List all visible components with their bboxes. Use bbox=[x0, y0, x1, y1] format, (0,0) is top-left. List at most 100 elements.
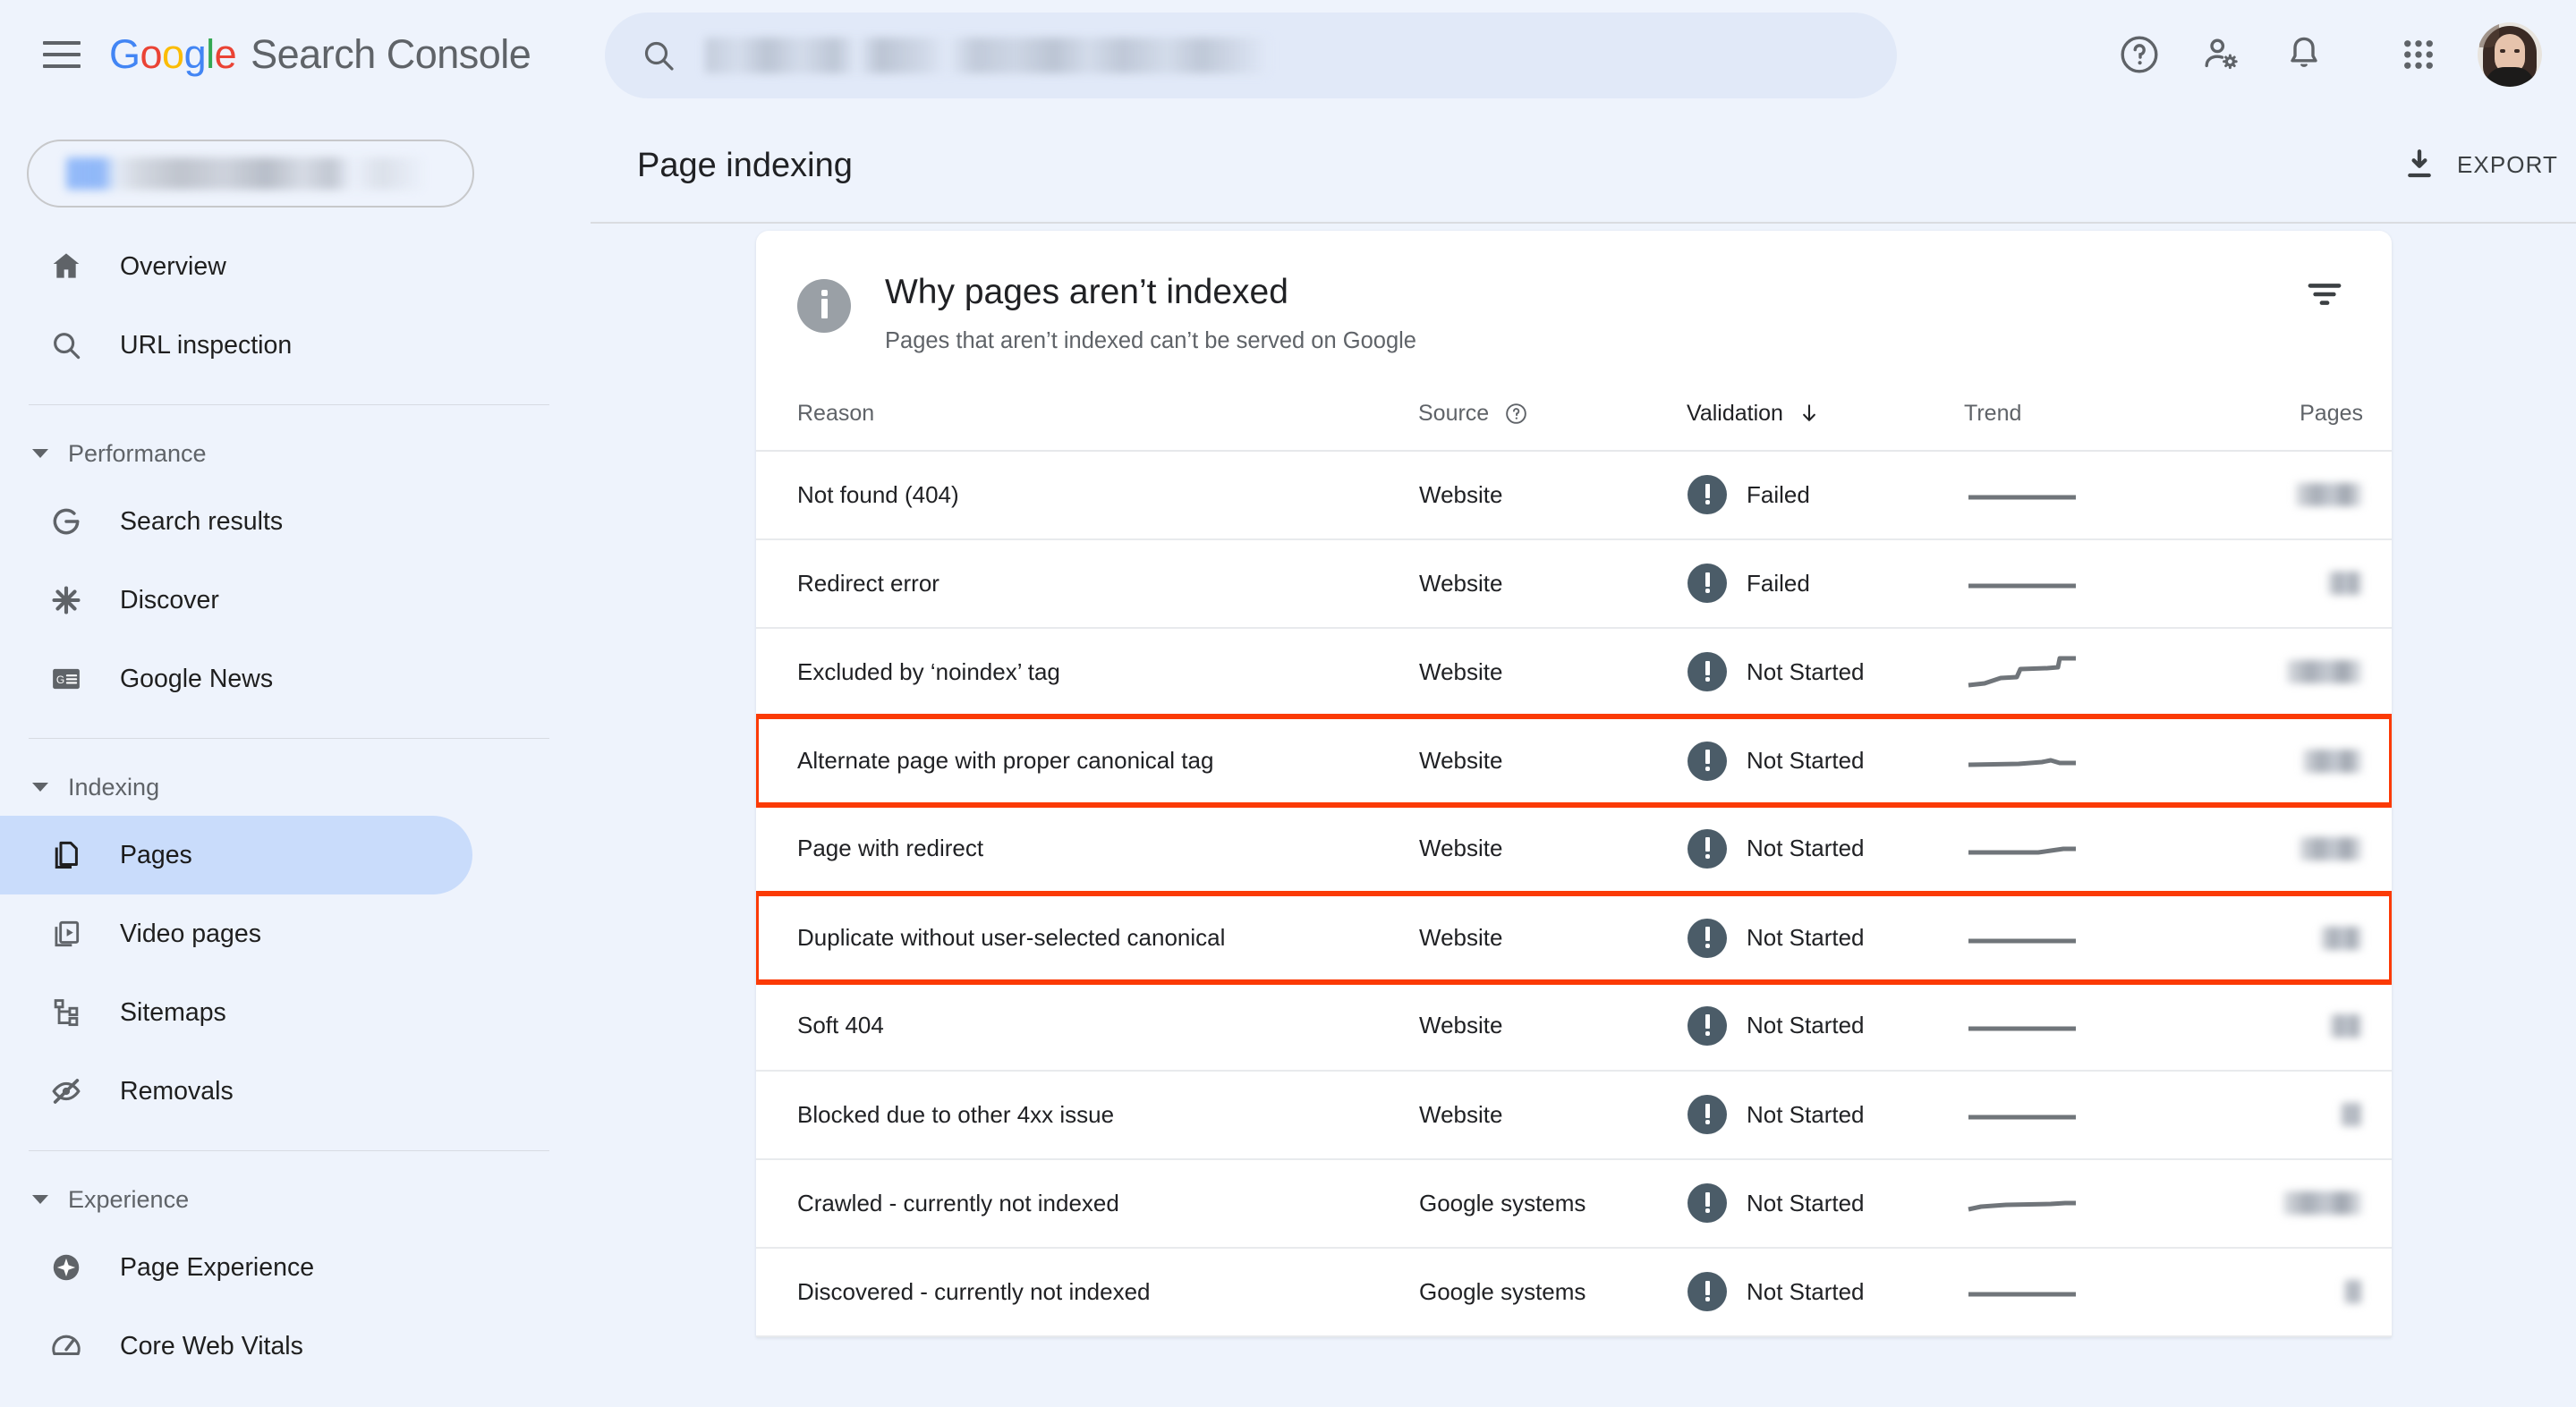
sidebar-item-mobile-usability[interactable]: Mobile Usability bbox=[0, 1386, 591, 1407]
logo-letter-l: l bbox=[206, 31, 215, 78]
sidebar-item-google-news[interactable]: G Google News bbox=[0, 640, 591, 718]
source-text: Website bbox=[1419, 481, 1502, 508]
validation-text: Not Started bbox=[1747, 658, 1865, 686]
cell-trend bbox=[1964, 539, 2206, 628]
column-header-reason[interactable]: Reason bbox=[756, 401, 1418, 451]
cell-reason: Redirect error bbox=[756, 539, 1418, 628]
top-app-bar: Google Search Console bbox=[0, 0, 2576, 109]
sidebar-item-label: Page Experience bbox=[120, 1253, 314, 1283]
arrow-down-icon bbox=[1798, 402, 1821, 425]
cell-trend bbox=[1964, 894, 2206, 982]
validation-text: Not Started bbox=[1747, 1278, 1865, 1306]
sidebar-item-overview[interactable]: Overview bbox=[0, 227, 591, 306]
reason-text: Redirect error bbox=[797, 570, 939, 597]
cell-validation: Not Started bbox=[1687, 805, 1964, 894]
sidebar-group-performance[interactable]: Performance bbox=[0, 425, 591, 482]
reason-text: Soft 404 bbox=[797, 1012, 884, 1038]
severity-error-icon bbox=[1688, 1183, 1727, 1223]
sidebar-item-pages[interactable]: Pages bbox=[0, 816, 472, 894]
sidebar-item-url-inspection[interactable]: URL inspection bbox=[0, 306, 591, 385]
table-row[interactable]: Discovered - currently not indexedGoogle… bbox=[756, 1248, 2392, 1336]
notifications-icon[interactable] bbox=[2263, 13, 2345, 96]
cell-pages bbox=[2206, 451, 2392, 539]
export-button[interactable]: EXPORT bbox=[2402, 140, 2558, 190]
table-row[interactable]: Soft 404WebsiteNot Started bbox=[756, 982, 2392, 1071]
table-row[interactable]: Crawled - currently not indexed Google sy… bbox=[756, 1159, 2392, 1248]
google-news-icon: G bbox=[47, 659, 86, 699]
source-text: Website bbox=[1419, 924, 1502, 951]
header-divider bbox=[591, 222, 2576, 224]
table-row[interactable]: Alternate page with proper canonical tag… bbox=[756, 716, 2392, 805]
validation-text: Not Started bbox=[1747, 835, 1865, 862]
property-selector[interactable] bbox=[27, 140, 474, 208]
validation-text: Failed bbox=[1747, 570, 1810, 598]
user-settings-icon[interactable] bbox=[2181, 13, 2263, 96]
sitemaps-icon bbox=[47, 993, 86, 1032]
sidebar-item-video-pages[interactable]: Video pages bbox=[0, 894, 591, 973]
sidebar-item-sitemaps[interactable]: Sitemaps bbox=[0, 973, 591, 1052]
cell-reason: Alternate page with proper canonical tag bbox=[756, 716, 1418, 805]
cell-pages bbox=[2206, 1248, 2392, 1336]
reason-text: Crawled - currently not indexed bbox=[797, 1190, 1119, 1216]
sidebar-item-label: Search results bbox=[120, 507, 283, 537]
sidebar-item-label: Core Web Vitals bbox=[120, 1332, 303, 1361]
video-pages-icon bbox=[47, 914, 86, 954]
cell-pages bbox=[2206, 1159, 2392, 1248]
search-input-value-redacted[interactable] bbox=[705, 38, 1269, 73]
cell-reason: Discovered - currently not indexed bbox=[756, 1248, 1418, 1336]
source-text: Google systems bbox=[1419, 1190, 1586, 1216]
reason-text: Page with redirect bbox=[797, 835, 983, 861]
sidebar-item-core-web-vitals[interactable]: Core Web Vitals bbox=[0, 1307, 591, 1386]
severity-error-icon bbox=[1688, 652, 1727, 691]
sidebar-item-label: Discover bbox=[120, 586, 219, 615]
apps-grid-icon[interactable] bbox=[2377, 13, 2460, 96]
card-subtitle: Pages that aren’t indexed can’t be serve… bbox=[885, 328, 1416, 354]
cell-trend bbox=[1964, 1071, 2206, 1159]
table-row[interactable]: Excluded by ‘noindex’ tagWebsiteNot Star… bbox=[756, 628, 2392, 716]
column-header-source-label: Source bbox=[1418, 401, 1489, 426]
column-header-trend[interactable]: Trend bbox=[1964, 401, 2206, 451]
sidebar-group-indexing[interactable]: Indexing bbox=[0, 759, 591, 816]
logo-letter-g2: g bbox=[184, 31, 207, 78]
table-header: Reason Source Validation bbox=[756, 401, 2392, 451]
sidebar-item-page-experience[interactable]: Page Experience bbox=[0, 1228, 591, 1307]
sidebar-item-removals[interactable]: Removals bbox=[0, 1052, 591, 1131]
sidebar-item-search-results[interactable]: Search results bbox=[0, 482, 591, 561]
speedometer-icon bbox=[47, 1326, 86, 1366]
table-row[interactable]: Redirect errorWebsiteFailed bbox=[756, 539, 2392, 628]
source-text: Website bbox=[1419, 835, 1502, 861]
global-search-bar[interactable] bbox=[605, 13, 1897, 98]
pages-count-redacted bbox=[2321, 927, 2362, 950]
cell-trend bbox=[1964, 805, 2206, 894]
pages-count-redacted bbox=[2300, 837, 2362, 860]
discover-asterisk-icon bbox=[47, 581, 86, 620]
table-row[interactable]: Not found (404)WebsiteFailed bbox=[756, 451, 2392, 539]
trend-sparkline bbox=[1965, 828, 2079, 869]
sidebar-divider bbox=[29, 404, 549, 405]
validation-text: Not Started bbox=[1747, 747, 1865, 775]
cell-source: Website bbox=[1418, 894, 1687, 982]
sidebar-item-discover[interactable]: Discover bbox=[0, 561, 591, 640]
table-row[interactable]: Duplicate without user-selected canonica… bbox=[756, 894, 2392, 982]
help-circle-icon[interactable] bbox=[1504, 402, 1528, 426]
table-row[interactable]: Blocked due to other 4xx issueWebsiteNot… bbox=[756, 1071, 2392, 1159]
column-header-source[interactable]: Source bbox=[1418, 401, 1687, 451]
severity-error-icon bbox=[1688, 1006, 1727, 1046]
chevron-down-icon bbox=[32, 449, 48, 458]
cell-reason: Excluded by ‘noindex’ tag bbox=[756, 628, 1418, 716]
sidebar-group-label: Experience bbox=[68, 1186, 189, 1214]
reason-text: Duplicate without user-selected canonica… bbox=[797, 924, 1225, 951]
avatar[interactable] bbox=[2478, 22, 2542, 87]
cell-validation: Failed bbox=[1687, 539, 1964, 628]
column-header-pages[interactable]: Pages bbox=[2206, 401, 2392, 451]
sidebar-group-label: Performance bbox=[68, 440, 207, 468]
hamburger-menu-icon[interactable] bbox=[43, 41, 81, 68]
cell-reason: Soft 404 bbox=[756, 982, 1418, 1071]
filter-list-icon[interactable] bbox=[2304, 274, 2345, 315]
table-row[interactable]: Page with redirect Website Not Started bbox=[756, 805, 2392, 894]
sidebar-group-experience[interactable]: Experience bbox=[0, 1171, 591, 1228]
help-icon[interactable] bbox=[2098, 13, 2181, 96]
column-header-validation[interactable]: Validation bbox=[1687, 401, 1964, 451]
cell-trend bbox=[1964, 982, 2206, 1071]
cell-source: Google systems bbox=[1418, 1248, 1687, 1336]
